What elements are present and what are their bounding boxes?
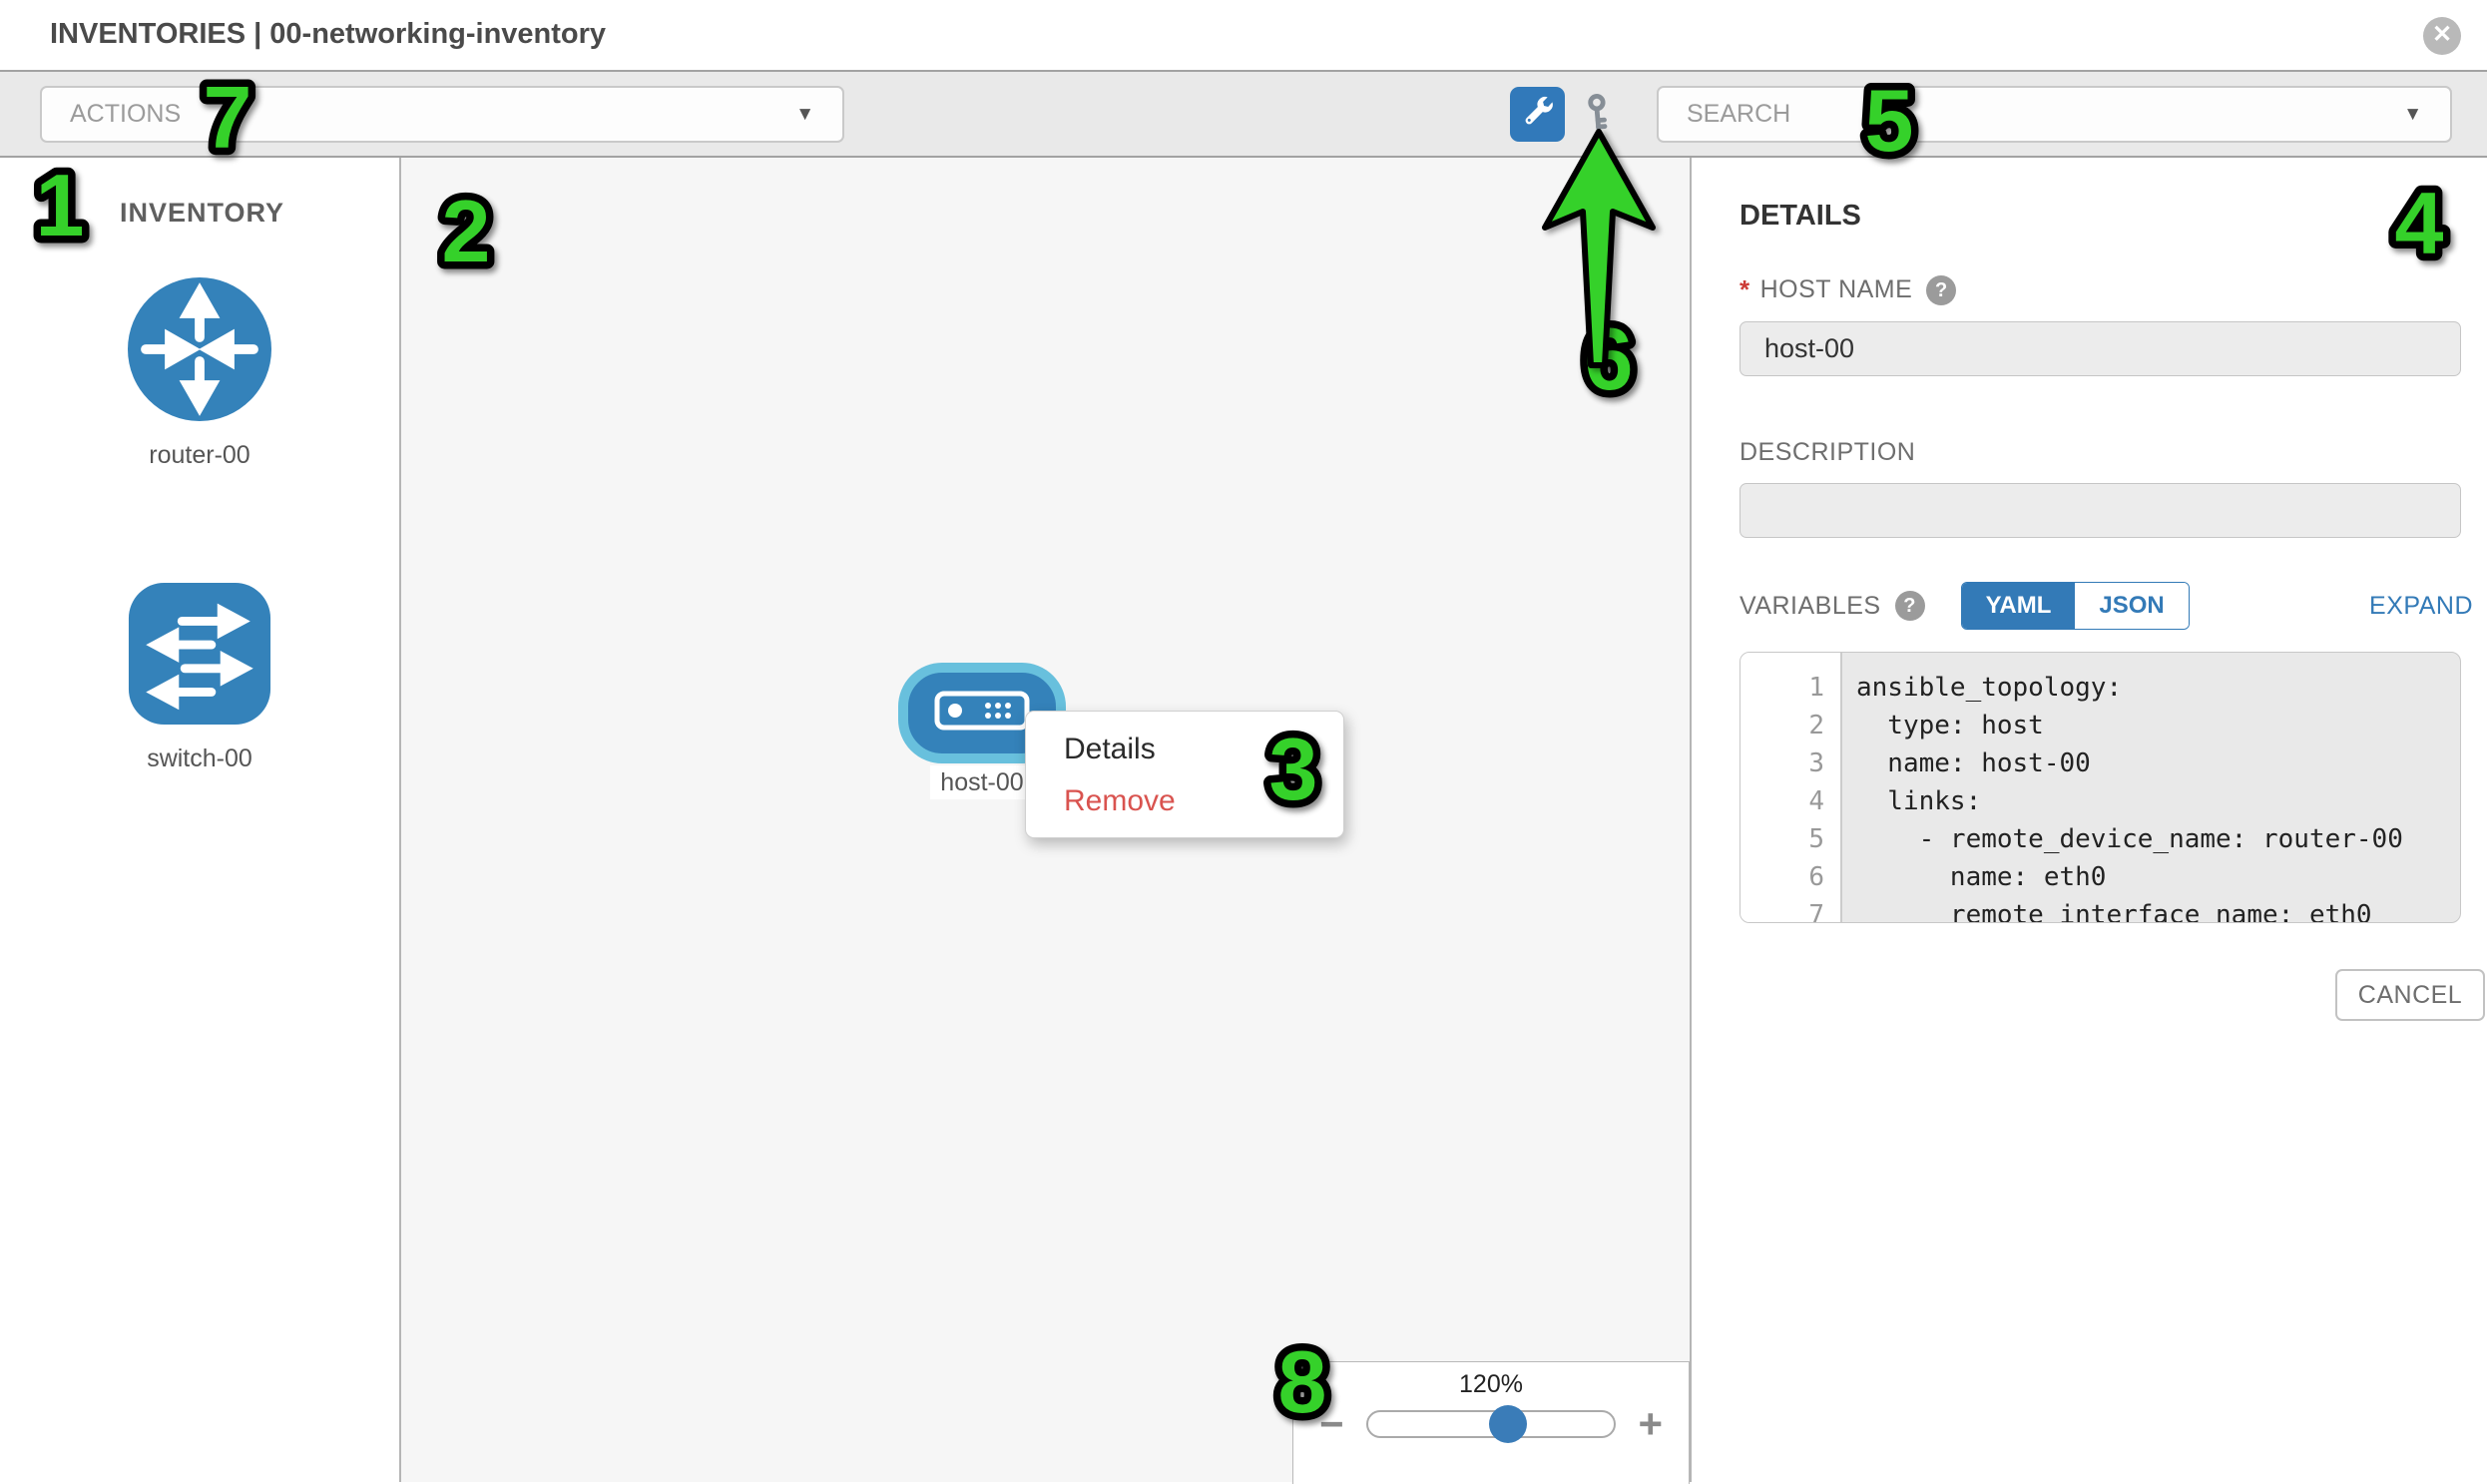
line-number: 2 xyxy=(1741,707,1840,744)
toggle-json[interactable]: JSON xyxy=(2075,583,2188,629)
context-menu-item-remove[interactable]: Remove xyxy=(1026,775,1343,827)
host-name-label-row: * HOST NAME ? xyxy=(1740,274,2485,305)
host-name-field[interactable] xyxy=(1740,321,2461,376)
variables-row: VARIABLES ? YAML JSON EXPAND xyxy=(1740,582,2485,630)
help-icon[interactable]: ? xyxy=(1895,591,1925,621)
editor-line: 3 name: host-00 xyxy=(1741,744,2460,782)
editor-line: 2 type: host xyxy=(1741,707,2460,744)
page-title: INVENTORIES | 00-networking-inventory xyxy=(50,18,606,51)
chevron-down-icon: ▼ xyxy=(795,104,814,126)
host-icon xyxy=(934,691,1030,736)
switch-icon xyxy=(126,580,273,733)
zoom-in-button[interactable]: + xyxy=(1638,1409,1663,1439)
zoom-control: 120% − + xyxy=(1292,1361,1690,1484)
expand-link[interactable]: EXPAND xyxy=(2369,592,2473,621)
line-number: 6 xyxy=(1741,858,1840,896)
chevron-down-icon: ▼ xyxy=(2403,104,2422,126)
router-icon xyxy=(125,274,274,429)
line-number: 1 xyxy=(1741,669,1840,707)
code-line: links: xyxy=(1840,782,2460,820)
search-dropdown-label: SEARCH xyxy=(1687,100,1790,129)
wrench-icon xyxy=(1521,95,1555,134)
key-icon xyxy=(1576,91,1622,142)
variables-code-editor[interactable]: 1 ansible_topology: 2 type: host 3 name:… xyxy=(1740,652,2461,923)
zoom-slider-track[interactable] xyxy=(1366,1410,1617,1438)
host-name-label: HOST NAME xyxy=(1760,275,1913,304)
editor-line: 4 links: xyxy=(1741,782,2460,820)
code-line: type: host xyxy=(1840,707,2460,744)
zoom-level-value: 120% xyxy=(1293,1370,1689,1399)
required-asterisk: * xyxy=(1740,274,1750,305)
sidebar-item-label: switch-00 xyxy=(147,744,252,773)
sidebar-item-switch[interactable]: switch-00 xyxy=(0,580,399,773)
sidebar-item-label: router-00 xyxy=(149,441,249,470)
description-field[interactable] xyxy=(1740,483,2461,538)
line-number: 4 xyxy=(1741,782,1840,820)
line-number: 7 xyxy=(1741,896,1840,923)
actions-dropdown[interactable]: ACTIONS ▼ xyxy=(40,86,844,143)
zoom-slider-handle[interactable] xyxy=(1489,1405,1527,1443)
zoom-out-button[interactable]: − xyxy=(1319,1409,1344,1439)
tools-button[interactable] xyxy=(1510,87,1565,142)
code-line: name: eth0 xyxy=(1840,858,2460,896)
description-label: DESCRIPTION xyxy=(1740,438,1915,467)
editor-line: 5 - remote_device_name: router-00 xyxy=(1741,820,2460,858)
description-label-row: DESCRIPTION xyxy=(1740,438,2485,467)
topology-canvas[interactable]: host-00 Details Remove 120% − + xyxy=(401,158,1692,1482)
variables-label-row: VARIABLES ? xyxy=(1740,591,1925,621)
credentials-key-button[interactable] xyxy=(1575,92,1623,140)
line-number: 5 xyxy=(1741,820,1840,858)
help-icon[interactable]: ? xyxy=(1926,275,1956,305)
cancel-button[interactable]: CANCEL xyxy=(2335,969,2485,1021)
toggle-yaml[interactable]: YAML xyxy=(1962,583,2076,629)
context-menu-item-details[interactable]: Details xyxy=(1026,724,1343,775)
variables-label: VARIABLES xyxy=(1740,592,1881,621)
page-header: INVENTORIES | 00-networking-inventory ✕ xyxy=(0,0,2487,72)
toolbar: ACTIONS ▼ SEARCH ▼ xyxy=(0,72,2487,158)
code-line: - remote_device_name: router-00 xyxy=(1840,820,2460,858)
editor-line: 1 ansible_topology: xyxy=(1741,669,2460,707)
sidebar-heading: INVENTORY xyxy=(120,198,399,229)
sidebar-item-router[interactable]: router-00 xyxy=(0,274,399,470)
code-line: name: host-00 xyxy=(1840,744,2460,782)
code-line: ansible_topology: xyxy=(1840,669,2460,707)
context-menu: Details Remove xyxy=(1025,711,1344,838)
inventory-sidebar: INVENTORY router-00 xyxy=(0,158,401,1482)
details-panel: DETAILS * HOST NAME ? DESCRIPTION VARIAB… xyxy=(1692,158,2487,1482)
editor-line: 6 name: eth0 xyxy=(1741,858,2460,896)
main-content: INVENTORY router-00 xyxy=(0,158,2487,1482)
close-icon[interactable]: ✕ xyxy=(2423,17,2461,55)
line-number: 3 xyxy=(1741,744,1840,782)
details-heading: DETAILS xyxy=(1740,200,2485,233)
actions-dropdown-label: ACTIONS xyxy=(70,100,181,129)
editor-line: 7 remote_interface_name: eth0 xyxy=(1741,896,2460,923)
variables-format-toggle: YAML JSON xyxy=(1961,582,2190,630)
code-line: remote_interface_name: eth0 xyxy=(1840,896,2460,923)
search-dropdown[interactable]: SEARCH ▼ xyxy=(1657,86,2452,143)
